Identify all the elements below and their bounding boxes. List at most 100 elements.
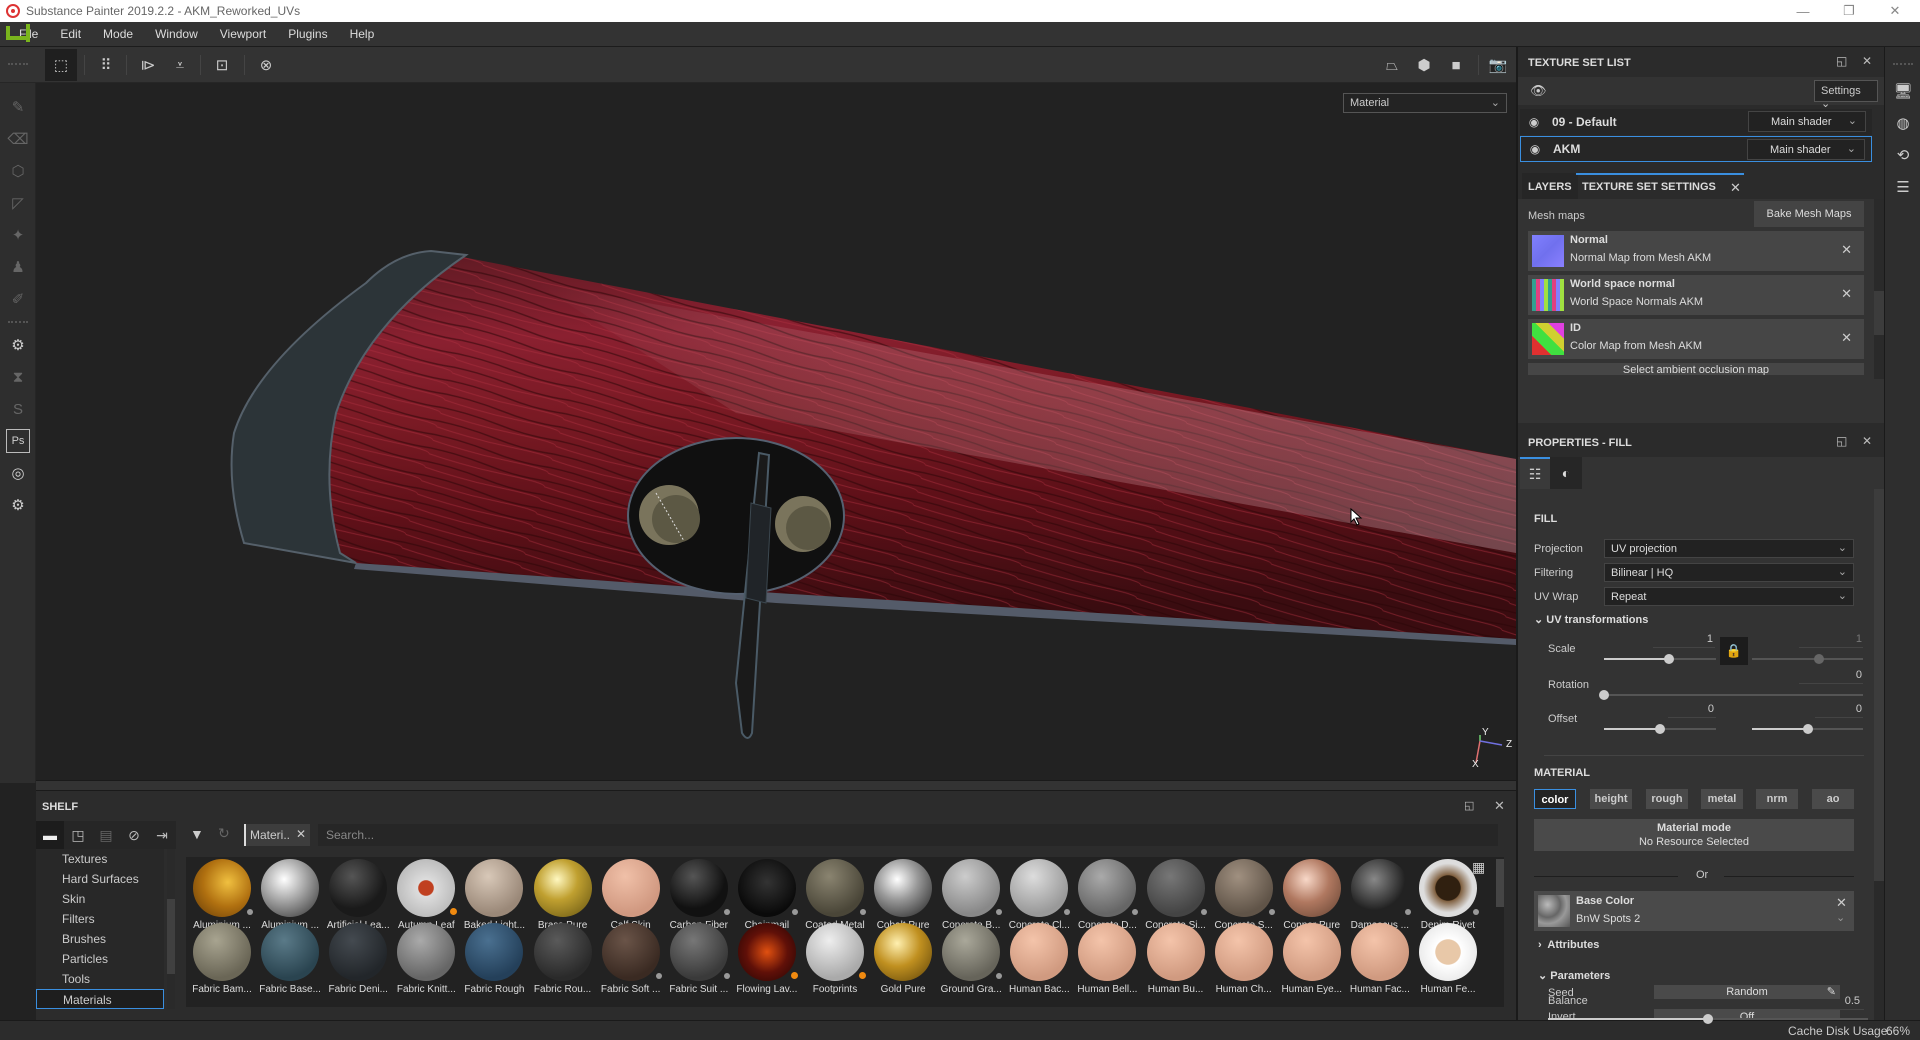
minimize-button[interactable]: — <box>1780 0 1826 22</box>
float-panel-icon[interactable]: ◱ <box>1836 434 1847 448</box>
material-item[interactable]: Aluminium ... <box>258 857 322 931</box>
grid-select-icon[interactable]: ⠿ <box>90 49 122 81</box>
toolbar-grip[interactable] <box>8 63 28 66</box>
base-color-resource[interactable]: Base Color BnW Spots 2 ✕ ⌄ <box>1534 891 1854 931</box>
category-skin[interactable]: Skin <box>36 889 164 909</box>
material-item[interactable]: Fabric Rough <box>462 921 526 995</box>
material-item[interactable]: Human Ch... <box>1212 921 1276 995</box>
category-textures[interactable]: Textures <box>36 849 164 869</box>
hide-icon[interactable]: ⊘ <box>120 821 148 849</box>
screenshot-icon[interactable]: 📷 <box>1482 49 1514 81</box>
import-icon[interactable]: ⇥ <box>148 821 176 849</box>
remove-map-icon[interactable]: ✕ <box>1841 286 1852 302</box>
channel-nrm[interactable]: nrm <box>1756 789 1798 809</box>
material-item[interactable]: Fabric Knitt... <box>394 921 458 995</box>
material-item[interactable]: Footprints <box>803 921 867 995</box>
paint-brush-icon[interactable]: ✎ <box>6 95 30 119</box>
parameters-toggle[interactable]: ⌄ Parameters <box>1538 969 1610 982</box>
menu-window[interactable]: Window <box>144 27 209 41</box>
iray-hourglass-icon[interactable]: ⧗ <box>6 365 30 389</box>
menu-plugins[interactable]: Plugins <box>277 27 338 41</box>
rotation-value[interactable]: 0 <box>1798 669 1862 681</box>
remove-resource-icon[interactable]: ✕ <box>1836 895 1847 911</box>
close-window-button[interactable]: ✕ <box>1872 0 1918 22</box>
folder-icon[interactable]: ▬ <box>36 821 64 849</box>
reset-icon[interactable]: ⊗ <box>250 49 282 81</box>
material-item[interactable]: Concrete D... <box>1075 857 1139 931</box>
remove-map-icon[interactable]: ✕ <box>1841 242 1852 258</box>
material-item[interactable]: Fabric Rou... <box>531 921 595 995</box>
log-icon[interactable]: ☰ <box>1893 177 1913 197</box>
offset-u-slider[interactable] <box>1604 723 1716 735</box>
channel-select[interactable]: Material ⌄ <box>1343 93 1507 113</box>
eraser-icon[interactable]: ⌫ <box>6 127 30 151</box>
channel-height[interactable]: height <box>1590 789 1632 809</box>
offset-u-value[interactable]: 0 <box>1652 703 1714 715</box>
material-item[interactable]: Concrete Si... <box>1144 857 1208 931</box>
seed-random-button[interactable]: Random ✎ <box>1654 985 1840 999</box>
filter-icon[interactable]: ▼ <box>190 826 204 842</box>
texture-set-row-akm[interactable]: ◉ AKM Main shader ⌄ <box>1520 136 1872 162</box>
select-ao-map-button[interactable]: Select ambient occlusion map <box>1528 363 1864 375</box>
material-item[interactable]: Flowing Lav... <box>735 921 799 995</box>
material-item[interactable]: Cobalt Pure <box>871 857 935 931</box>
projection-dropdown[interactable]: UV projection ⌄ <box>1604 539 1854 558</box>
balance-value[interactable]: 0.5 <box>1814 995 1860 1007</box>
material-item[interactable]: Chainmail <box>735 857 799 931</box>
material-item[interactable]: Denim Rivet <box>1416 857 1480 931</box>
material-item[interactable]: Coated Metal <box>803 857 867 931</box>
projection-icon[interactable]: ⬡ <box>6 159 30 183</box>
clone-stamp-icon[interactable]: ♟ <box>6 255 30 279</box>
material-item[interactable]: Copper Pure <box>1280 857 1344 931</box>
channel-color[interactable]: color <box>1534 789 1576 809</box>
remove-filter-icon[interactable]: ✕ <box>296 827 306 841</box>
display-settings-icon[interactable]: 🖥 <box>1893 81 1913 101</box>
resources-updater-icon[interactable]: ◎ <box>6 461 30 485</box>
save-icon[interactable]: ▤ <box>92 821 120 849</box>
slider-handle[interactable] <box>1802 724 1813 734</box>
material-item[interactable]: Human Eye... <box>1280 921 1344 995</box>
substance-plugin-icon[interactable]: ⚙ <box>6 493 30 517</box>
refresh-icon[interactable]: ↻ <box>218 825 230 842</box>
category-brushes[interactable]: Brushes <box>36 929 164 949</box>
menu-mode[interactable]: Mode <box>92 27 144 41</box>
shader-settings-icon[interactable]: ◍ <box>1893 113 1913 133</box>
material-item[interactable]: Fabric Deni... <box>326 921 390 995</box>
new-shelf-icon[interactable]: ◳ <box>64 821 92 849</box>
material-item[interactable]: Fabric Bam... <box>190 921 254 995</box>
offset-v-slider[interactable] <box>1752 723 1863 735</box>
perspective-icon[interactable]: ⏢ <box>1376 49 1408 81</box>
attributes-toggle[interactable]: › Attributes <box>1538 939 1599 951</box>
substance-source-icon[interactable]: S <box>6 397 30 421</box>
menu-edit[interactable]: Edit <box>49 27 92 41</box>
mesh-map-normal[interactable]: Normal Normal Map from Mesh AKM ✕ <box>1528 231 1864 271</box>
material-item[interactable]: Concrete Cl... <box>1007 857 1071 931</box>
substance-share-icon[interactable]: ⚙ <box>6 333 30 357</box>
slider-track[interactable] <box>1604 694 1863 696</box>
category-scrollbar[interactable] <box>167 849 175 1009</box>
material-item[interactable]: Human Bac... <box>1007 921 1071 995</box>
eye-icon[interactable]: ◉ <box>1520 115 1548 129</box>
category-filters[interactable]: Filters <box>36 909 164 929</box>
material-item[interactable]: Concrete B... <box>939 857 1003 931</box>
mesh-map-id[interactable]: ID Color Map from Mesh AKM ✕ <box>1528 319 1864 359</box>
shader-select[interactable]: Main shader ⌄ <box>1747 139 1865 160</box>
material-item[interactable]: Fabric Base... <box>258 921 322 995</box>
grid-scrollbar[interactable] <box>1496 857 1504 1007</box>
balance-slider[interactable] <box>1548 1013 1868 1025</box>
rifle-stock-model[interactable] <box>36 83 1516 780</box>
material-item[interactable]: Carbon Fiber <box>667 857 731 931</box>
uv-wrap-dropdown[interactable]: Repeat ⌄ <box>1604 587 1854 606</box>
slider-handle[interactable] <box>1655 724 1665 734</box>
uv-transformations-toggle[interactable]: ⌄ UV transformations <box>1534 613 1648 626</box>
material-item[interactable]: Human Fac... <box>1348 921 1412 995</box>
filtering-dropdown[interactable]: Bilinear | HQ ⌄ <box>1604 563 1854 582</box>
category-hard-surfaces[interactable]: Hard Surfaces <box>36 869 164 889</box>
lock-icon[interactable]: 🔒 <box>1720 637 1748 665</box>
float-panel-icon[interactable]: ◱ <box>1464 799 1474 812</box>
scale-v-slider[interactable] <box>1752 653 1863 665</box>
tab-layers[interactable]: LAYERS <box>1522 173 1578 199</box>
color-picker-icon[interactable]: ✐ <box>6 287 30 311</box>
settings-dropdown[interactable]: Settings ⌄ <box>1814 80 1878 110</box>
close-tab-icon[interactable]: ✕ <box>1730 180 1741 196</box>
